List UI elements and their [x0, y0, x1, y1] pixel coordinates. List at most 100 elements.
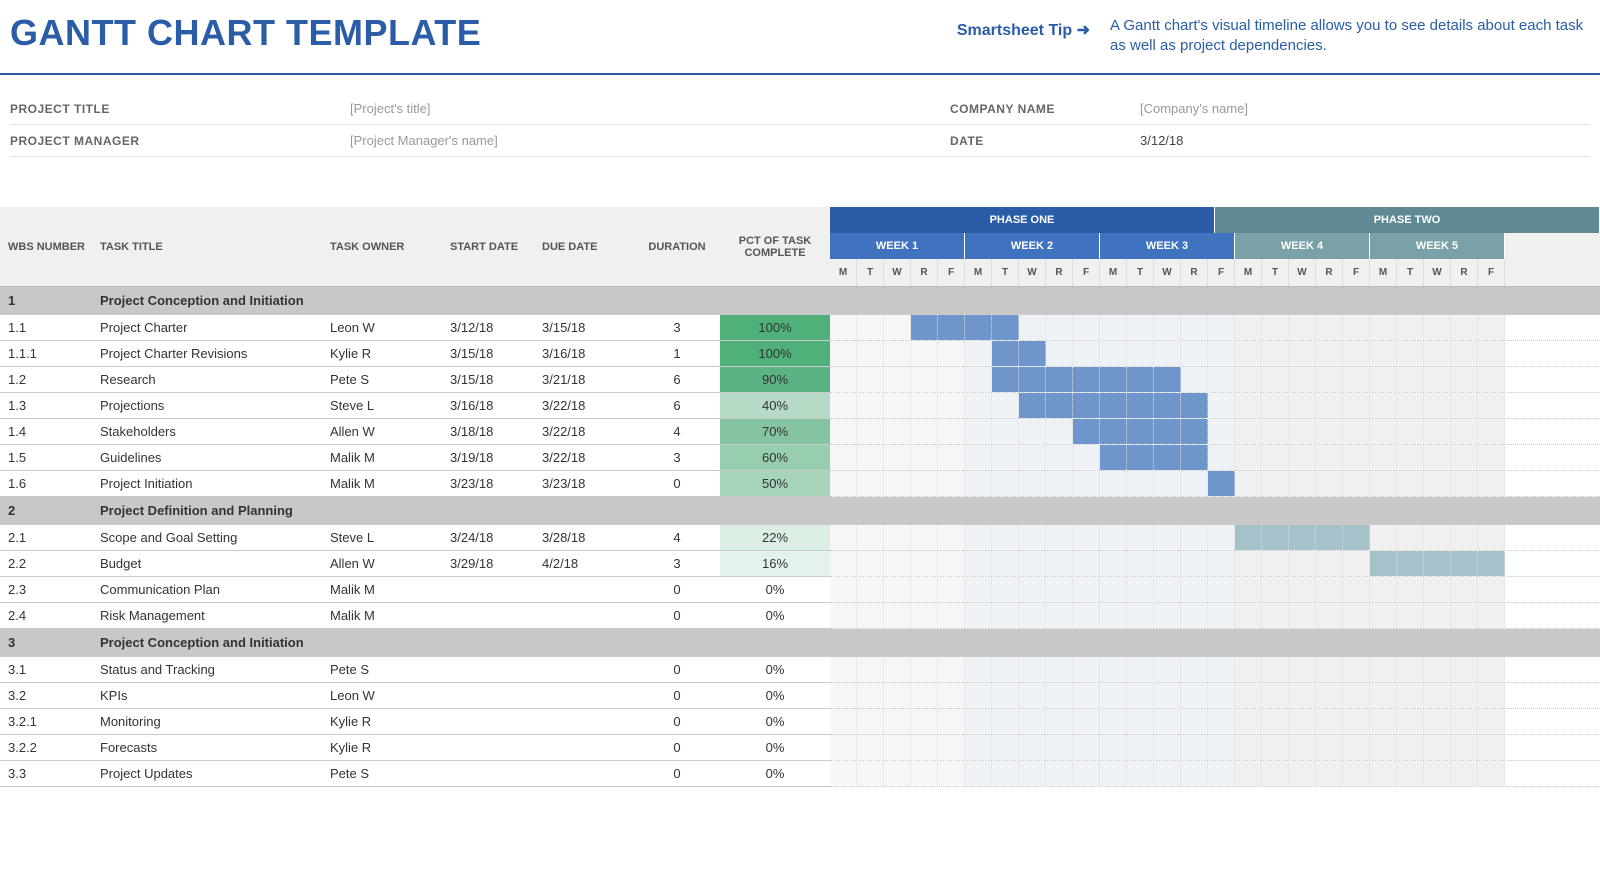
gantt-cell[interactable]: [830, 577, 857, 602]
gantt-cell[interactable]: [1370, 683, 1397, 708]
gantt-cell[interactable]: [1019, 603, 1046, 628]
cell-start[interactable]: 3/16/18: [450, 398, 542, 413]
gantt-cell[interactable]: [830, 551, 857, 576]
cell-owner[interactable]: Pete S: [330, 662, 450, 677]
gantt-cell[interactable]: [1181, 577, 1208, 602]
gantt-cell[interactable]: [1019, 315, 1046, 340]
gantt-cell[interactable]: [1073, 471, 1100, 496]
gantt-cell[interactable]: [1154, 341, 1181, 366]
task-row[interactable]: 3.2.1MonitoringKylie R00%: [0, 709, 830, 735]
gantt-cell[interactable]: [992, 761, 1019, 786]
gantt-cell[interactable]: [1046, 577, 1073, 602]
gantt-cell[interactable]: [1127, 603, 1154, 628]
gantt-cell[interactable]: [938, 445, 965, 470]
gantt-cell[interactable]: [1343, 603, 1370, 628]
gantt-cell[interactable]: [830, 735, 857, 760]
gantt-cell[interactable]: [965, 315, 992, 340]
gantt-cell[interactable]: [938, 683, 965, 708]
gantt-cell[interactable]: [1289, 471, 1316, 496]
gantt-cell[interactable]: [1343, 445, 1370, 470]
gantt-cell[interactable]: [1262, 551, 1289, 576]
gantt-cell[interactable]: [1397, 603, 1424, 628]
gantt-cell[interactable]: [1397, 735, 1424, 760]
gantt-cell[interactable]: [911, 341, 938, 366]
gantt-cell[interactable]: [1154, 445, 1181, 470]
gantt-cell[interactable]: [1208, 393, 1235, 418]
gantt-cell[interactable]: [1451, 525, 1478, 550]
task-row[interactable]: 1.6Project InitiationMalik M3/23/183/23/…: [0, 471, 830, 497]
gantt-cell[interactable]: [965, 471, 992, 496]
gantt-cell[interactable]: [1424, 525, 1451, 550]
cell-owner[interactable]: Leon W: [330, 688, 450, 703]
cell-wbs[interactable]: 1.2: [0, 372, 100, 387]
gantt-cell[interactable]: [938, 393, 965, 418]
cell-owner[interactable]: Kylie R: [330, 740, 450, 755]
gantt-cell[interactable]: [992, 419, 1019, 444]
gantt-cell[interactable]: [1073, 709, 1100, 734]
gantt-cell[interactable]: [1073, 367, 1100, 392]
gantt-cell[interactable]: [1316, 657, 1343, 682]
gantt-cell[interactable]: [1100, 577, 1127, 602]
gantt-cell[interactable]: [884, 393, 911, 418]
gantt-cell[interactable]: [1316, 445, 1343, 470]
gantt-cell[interactable]: [1154, 367, 1181, 392]
gantt-cell[interactable]: [1478, 551, 1505, 576]
gantt-cell[interactable]: [830, 657, 857, 682]
cell-pct[interactable]: 0%: [720, 603, 830, 628]
gantt-cell[interactable]: [1181, 551, 1208, 576]
gantt-cell[interactable]: [1316, 341, 1343, 366]
gantt-cell[interactable]: [884, 761, 911, 786]
gantt-cell[interactable]: [830, 445, 857, 470]
gantt-cell[interactable]: [965, 577, 992, 602]
gantt-cell[interactable]: [1316, 603, 1343, 628]
gantt-cell[interactable]: [1046, 315, 1073, 340]
date-input[interactable]: 3/12/18: [1140, 133, 1183, 148]
gantt-cell[interactable]: [911, 657, 938, 682]
gantt-cell[interactable]: [992, 367, 1019, 392]
gantt-cell[interactable]: [1208, 367, 1235, 392]
gantt-cell[interactable]: [1181, 471, 1208, 496]
project-title-input[interactable]: [Project's title]: [350, 101, 431, 116]
gantt-cell[interactable]: [1100, 761, 1127, 786]
gantt-cell[interactable]: [830, 683, 857, 708]
gantt-cell[interactable]: [1100, 683, 1127, 708]
gantt-cell[interactable]: [1289, 341, 1316, 366]
section-row[interactable]: 3Project Conception and Initiation: [0, 629, 830, 657]
gantt-cell[interactable]: [1127, 315, 1154, 340]
cell-title[interactable]: Project Definition and Planning: [100, 503, 330, 518]
gantt-cell[interactable]: [1397, 419, 1424, 444]
smartsheet-tip-link[interactable]: Smartsheet Tip ➜: [957, 12, 1090, 40]
gantt-cell[interactable]: [1235, 709, 1262, 734]
gantt-cell[interactable]: [1370, 551, 1397, 576]
gantt-cell[interactable]: [1397, 551, 1424, 576]
cell-pct[interactable]: 22%: [720, 525, 830, 550]
gantt-cell[interactable]: [992, 683, 1019, 708]
gantt-cell[interactable]: [1127, 445, 1154, 470]
cell-owner[interactable]: Malik M: [330, 582, 450, 597]
gantt-cell[interactable]: [1181, 393, 1208, 418]
cell-owner[interactable]: Steve L: [330, 530, 450, 545]
gantt-cell[interactable]: [1343, 761, 1370, 786]
gantt-cell[interactable]: [938, 657, 965, 682]
cell-pct[interactable]: 0%: [720, 735, 830, 760]
cell-owner[interactable]: Pete S: [330, 766, 450, 781]
gantt-cell[interactable]: [1316, 551, 1343, 576]
gantt-cell[interactable]: [884, 367, 911, 392]
gantt-cell[interactable]: [1100, 657, 1127, 682]
gantt-cell[interactable]: [1451, 315, 1478, 340]
cell-duration[interactable]: 4: [634, 424, 720, 439]
gantt-cell[interactable]: [1451, 471, 1478, 496]
gantt-cell[interactable]: [911, 761, 938, 786]
gantt-cell[interactable]: [1127, 657, 1154, 682]
cell-pct[interactable]: 40%: [720, 393, 830, 418]
gantt-cell[interactable]: [1451, 735, 1478, 760]
cell-title[interactable]: Status and Tracking: [100, 662, 330, 677]
gantt-cell[interactable]: [1235, 445, 1262, 470]
cell-wbs[interactable]: 2: [0, 503, 100, 518]
gantt-cell[interactable]: [1397, 445, 1424, 470]
gantt-cell[interactable]: [1235, 471, 1262, 496]
gantt-cell[interactable]: [1370, 657, 1397, 682]
gantt-cell[interactable]: [1181, 367, 1208, 392]
gantt-cell[interactable]: [884, 315, 911, 340]
gantt-cell[interactable]: [1208, 761, 1235, 786]
